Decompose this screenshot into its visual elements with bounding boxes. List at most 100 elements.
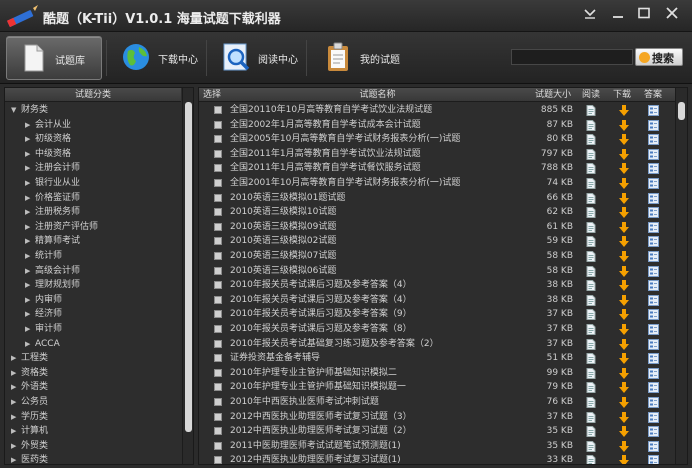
row-checkbox[interactable] (214, 237, 222, 246)
answer-icon[interactable] (648, 294, 659, 306)
category-item[interactable]: ▶ 初级资格 (25, 132, 71, 147)
download-icon[interactable] (619, 294, 629, 306)
collapsed-arrow-icon[interactable]: ▶ (11, 380, 21, 395)
read-icon[interactable] (586, 411, 596, 423)
read-icon[interactable] (586, 397, 596, 408)
row-checkbox[interactable] (214, 208, 222, 217)
category-item[interactable]: ▶ 资格类 (11, 366, 48, 381)
download-icon[interactable] (619, 338, 629, 350)
read-icon[interactable] (586, 309, 596, 321)
category-item[interactable]: ▶ 计算机 (11, 424, 48, 439)
collapsed-arrow-icon[interactable]: ▶ (25, 220, 35, 235)
table-row[interactable]: 2012中西医执业助理医师考试复习试题(1) 33 KB (199, 453, 675, 464)
read-icon[interactable] (586, 163, 596, 175)
collapsed-arrow-icon[interactable]: ▶ (25, 249, 35, 264)
download-icon[interactable] (619, 148, 629, 160)
tab-question-bank[interactable]: 试题库 (6, 36, 102, 80)
read-icon[interactable] (586, 105, 596, 116)
row-checkbox[interactable] (214, 295, 222, 304)
collapsed-arrow-icon[interactable]: ▶ (11, 366, 21, 381)
table-row[interactable]: 2010英语三级模拟02试题 59 KB (199, 234, 675, 249)
category-item[interactable]: ▶ 注册资产评估师 (25, 220, 98, 235)
table-row[interactable]: 2012中西医执业助理医师考试复习试题（2） 35 KB (199, 424, 675, 439)
category-item[interactable]: ▶ 统计师 (25, 249, 62, 264)
answer-icon[interactable] (648, 178, 659, 189)
table-row[interactable]: 证券投资基金备考辅导 51 KB (199, 351, 675, 366)
scrollbar-thumb[interactable] (185, 102, 192, 432)
row-checkbox[interactable] (214, 252, 222, 260)
row-checkbox[interactable] (214, 325, 222, 333)
read-icon[interactable] (586, 338, 596, 350)
collapsed-arrow-icon[interactable]: ▶ (11, 395, 21, 410)
category-item[interactable]: ▶ 工程类 (11, 351, 48, 366)
row-checkbox[interactable] (214, 310, 222, 319)
category-item[interactable]: ▶ ACCA (25, 337, 60, 352)
collapsed-arrow-icon[interactable]: ▶ (25, 264, 35, 279)
row-checkbox[interactable] (214, 354, 222, 363)
answer-icon[interactable] (648, 192, 659, 204)
category-item[interactable]: ▶ 银行业从业 (25, 176, 80, 191)
table-row[interactable]: 2010年报关员考试课后习题及参考答案（8） 37 KB (199, 322, 675, 337)
download-icon[interactable] (619, 221, 629, 233)
table-row[interactable]: 2010年护理专业主管护师基础知识模拟题一 79 KB (199, 380, 675, 395)
read-icon[interactable] (586, 440, 596, 452)
table-row[interactable]: 2010年护理专业主管护师基础知识模拟二 99 KB (199, 366, 675, 381)
collapsed-arrow-icon[interactable]: ▶ (11, 424, 21, 439)
answer-icon[interactable] (648, 440, 659, 452)
download-icon[interactable] (619, 397, 629, 408)
table-row[interactable]: 全国20110年10月高等教育自学考试饮业法规试题 885 KB (199, 103, 675, 118)
tab-my-questions[interactable]: 我的试题 (312, 36, 408, 80)
row-checkbox[interactable] (214, 266, 222, 275)
table-row[interactable]: 全国2002年1月高等教育自学考试成本会计试题 87 KB (199, 118, 675, 133)
collapsed-arrow-icon[interactable]: ▶ (11, 351, 21, 366)
read-icon[interactable] (586, 134, 596, 146)
download-icon[interactable] (619, 207, 629, 219)
download-icon[interactable] (619, 192, 629, 204)
answer-icon[interactable] (648, 309, 659, 321)
table-row[interactable]: 2012中西医执业助理医师考试复习试题（3） 37 KB (199, 410, 675, 425)
column-header-answer[interactable]: 答案 (639, 88, 667, 102)
row-checkbox[interactable] (214, 383, 222, 392)
category-scrollbar[interactable] (182, 88, 193, 464)
read-icon[interactable] (586, 178, 596, 189)
read-icon[interactable] (586, 280, 596, 292)
maximize-button[interactable] (632, 4, 656, 24)
collapsed-arrow-icon[interactable]: ▶ (25, 176, 35, 191)
table-row[interactable]: 全国2005年10月高等教育自学考试财务报表分析(一)试题 80 KB (199, 132, 675, 147)
expanded-arrow-icon[interactable]: ▼ (11, 103, 21, 118)
answer-icon[interactable] (648, 148, 659, 160)
answer-icon[interactable] (648, 324, 659, 335)
collapsed-arrow-icon[interactable]: ▶ (11, 453, 21, 464)
table-row[interactable]: 2010英语三级模拟10试题 62 KB (199, 205, 675, 220)
read-icon[interactable] (586, 455, 596, 464)
row-checkbox[interactable] (214, 339, 222, 348)
table-row[interactable]: 全国2011年1月高等教育自学考试餐饮服务试题 788 KB (199, 161, 675, 176)
minimize-button[interactable] (606, 4, 630, 24)
download-icon[interactable] (619, 353, 629, 365)
answer-icon[interactable] (648, 105, 659, 116)
tab-reading-center[interactable]: 阅读中心 (210, 36, 306, 80)
download-icon[interactable] (619, 134, 629, 146)
read-icon[interactable] (586, 265, 596, 277)
close-button[interactable] (660, 4, 684, 24)
category-item[interactable]: ▶ 高级会计师 (25, 264, 80, 279)
answer-icon[interactable] (648, 367, 659, 379)
answer-icon[interactable] (648, 134, 659, 146)
answer-icon[interactable] (648, 397, 659, 408)
read-icon[interactable] (586, 236, 596, 248)
search-input[interactable] (511, 49, 633, 65)
tab-download-center[interactable]: 下载中心 (110, 36, 206, 80)
read-icon[interactable] (586, 119, 596, 131)
read-icon[interactable] (586, 353, 596, 365)
row-checkbox[interactable] (214, 135, 222, 144)
category-item[interactable]: ▶ 审计师 (25, 322, 62, 337)
download-icon[interactable] (619, 426, 629, 438)
collapsed-arrow-icon[interactable]: ▶ (25, 191, 35, 206)
download-icon[interactable] (619, 178, 629, 189)
answer-icon[interactable] (648, 236, 659, 248)
category-item[interactable]: ▶ 内审师 (25, 293, 62, 308)
download-icon[interactable] (619, 236, 629, 248)
download-icon[interactable] (619, 455, 629, 464)
collapsed-arrow-icon[interactable]: ▶ (25, 322, 35, 337)
table-scrollbar[interactable] (675, 88, 687, 464)
